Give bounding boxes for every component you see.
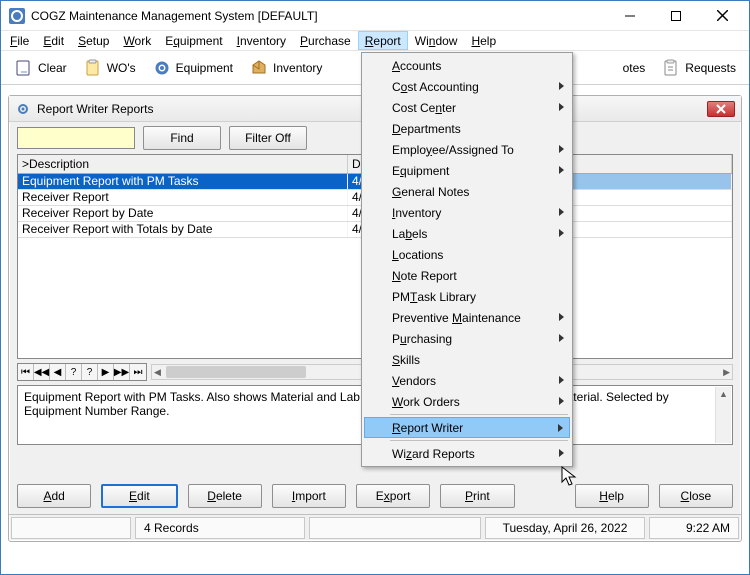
nav-first[interactable]: ⏮ — [18, 364, 34, 380]
menu-note-report[interactable]: Note Report — [364, 265, 570, 286]
nav-last[interactable]: ⏭ — [130, 364, 146, 380]
menu-help[interactable]: Help — [464, 31, 503, 50]
minimize-button[interactable] — [607, 1, 653, 31]
filter-off-button[interactable]: Filter Off — [229, 126, 307, 150]
app-icon — [9, 8, 25, 24]
status-cell-1 — [11, 517, 131, 539]
menu-wizard[interactable]: Wizard Reports — [364, 443, 570, 464]
description-text-left: Equipment Report with PM Tasks. Also sho… — [24, 390, 360, 404]
menu-departments[interactable]: Departments — [364, 118, 570, 139]
help-button[interactable]: Help — [575, 484, 649, 508]
nav-prev[interactable]: ◀ — [50, 364, 66, 380]
menu-cost-center[interactable]: Cost Center — [364, 97, 570, 118]
menu-preventive[interactable]: Preventive Maintenance — [364, 307, 570, 328]
delete-button[interactable]: Delete — [188, 484, 262, 508]
equipment-icon — [152, 58, 172, 78]
menu-accounts[interactable]: Accounts — [364, 55, 570, 76]
nav-prev-page[interactable]: ◀◀ — [34, 364, 50, 380]
desc-vertical-scrollbar[interactable]: ▲ — [715, 387, 731, 443]
menu-equipment-sub[interactable]: Equipment — [364, 160, 570, 181]
find-button[interactable]: Find — [143, 126, 221, 150]
menu-edit[interactable]: Edit — [36, 31, 71, 50]
tool-notes[interactable]: otes — [616, 58, 653, 78]
menu-pm-task[interactable]: PM Task Library — [364, 286, 570, 307]
menu-skills[interactable]: Skills — [364, 349, 570, 370]
menu-bar: File Edit Setup Work Equipment Inventory… — [1, 31, 749, 51]
maximize-button[interactable] — [653, 1, 699, 31]
search-input[interactable] — [17, 127, 135, 149]
import-button[interactable]: Import — [272, 484, 346, 508]
bottom-button-row: Add Edit Delete Import Export Print Help… — [9, 478, 741, 514]
add-button[interactable]: Add — [17, 484, 91, 508]
close-button[interactable] — [699, 1, 745, 31]
close-child-button[interactable]: Close — [659, 484, 733, 508]
nav-next[interactable]: ▶ — [98, 364, 114, 380]
gear-icon — [15, 101, 31, 117]
report-dropdown: Accounts Cost Accounting Cost Center Dep… — [361, 52, 573, 467]
menu-general-notes[interactable]: General Notes — [364, 181, 570, 202]
menu-inventory-sub[interactable]: Inventory — [364, 202, 570, 223]
inner-status-bar: 4 Records Tuesday, April 26, 2022 9:22 A… — [9, 514, 741, 541]
requests-icon — [661, 58, 681, 78]
menu-labels[interactable]: Labels — [364, 223, 570, 244]
inventory-icon — [249, 58, 269, 78]
tool-wos[interactable]: WO's — [76, 55, 143, 81]
window-title: COGZ Maintenance Management System [DEFA… — [31, 9, 607, 23]
nav-locate[interactable]: ? — [66, 364, 82, 380]
tool-inventory[interactable]: Inventory — [242, 55, 329, 81]
menu-setup[interactable]: Setup — [71, 31, 116, 50]
col-description[interactable]: >Description — [18, 155, 348, 173]
status-records: 4 Records — [135, 517, 305, 539]
clear-icon — [14, 58, 34, 78]
tool-equipment[interactable]: Equipment — [145, 55, 240, 81]
menu-separator — [390, 414, 568, 415]
menu-locations[interactable]: Locations — [364, 244, 570, 265]
nav-locate2[interactable]: ? — [82, 364, 98, 380]
menu-report-writer[interactable]: Report Writer — [364, 417, 570, 438]
scroll-thumb[interactable] — [166, 366, 306, 378]
tool-requests[interactable]: Requests — [654, 55, 743, 81]
menu-separator — [390, 440, 568, 441]
menu-report[interactable]: Report — [358, 31, 408, 50]
menu-work[interactable]: Work — [116, 31, 158, 50]
record-nav[interactable]: ⏮ ◀◀ ◀ ? ? ▶ ▶▶ ⏭ — [17, 363, 147, 381]
menu-cost-accounting[interactable]: Cost Accounting — [364, 76, 570, 97]
col-rest[interactable] — [555, 155, 732, 173]
menu-work-orders[interactable]: Work Orders — [364, 391, 570, 412]
status-date: Tuesday, April 26, 2022 — [485, 517, 645, 539]
export-button[interactable]: Export — [356, 484, 430, 508]
child-close-button[interactable] — [707, 101, 735, 117]
menu-equipment[interactable]: Equipment — [158, 31, 229, 50]
menu-inventory[interactable]: Inventory — [230, 31, 293, 50]
menu-window[interactable]: Window — [408, 31, 465, 50]
menu-purchase[interactable]: Purchase — [293, 31, 358, 50]
menu-vendors[interactable]: Vendors — [364, 370, 570, 391]
menu-employee[interactable]: Employee/Assigned To — [364, 139, 570, 160]
menu-purchasing[interactable]: Purchasing — [364, 328, 570, 349]
nav-next-page[interactable]: ▶▶ — [114, 364, 130, 380]
status-cell-3 — [309, 517, 481, 539]
print-button[interactable]: Print — [440, 484, 514, 508]
wos-icon — [83, 58, 103, 78]
tool-clear[interactable]: Clear — [7, 55, 74, 81]
edit-button[interactable]: Edit — [101, 484, 177, 508]
status-time: 9:22 AM — [649, 517, 739, 539]
title-bar: COGZ Maintenance Management System [DEFA… — [1, 1, 749, 31]
menu-file[interactable]: File — [3, 31, 36, 50]
